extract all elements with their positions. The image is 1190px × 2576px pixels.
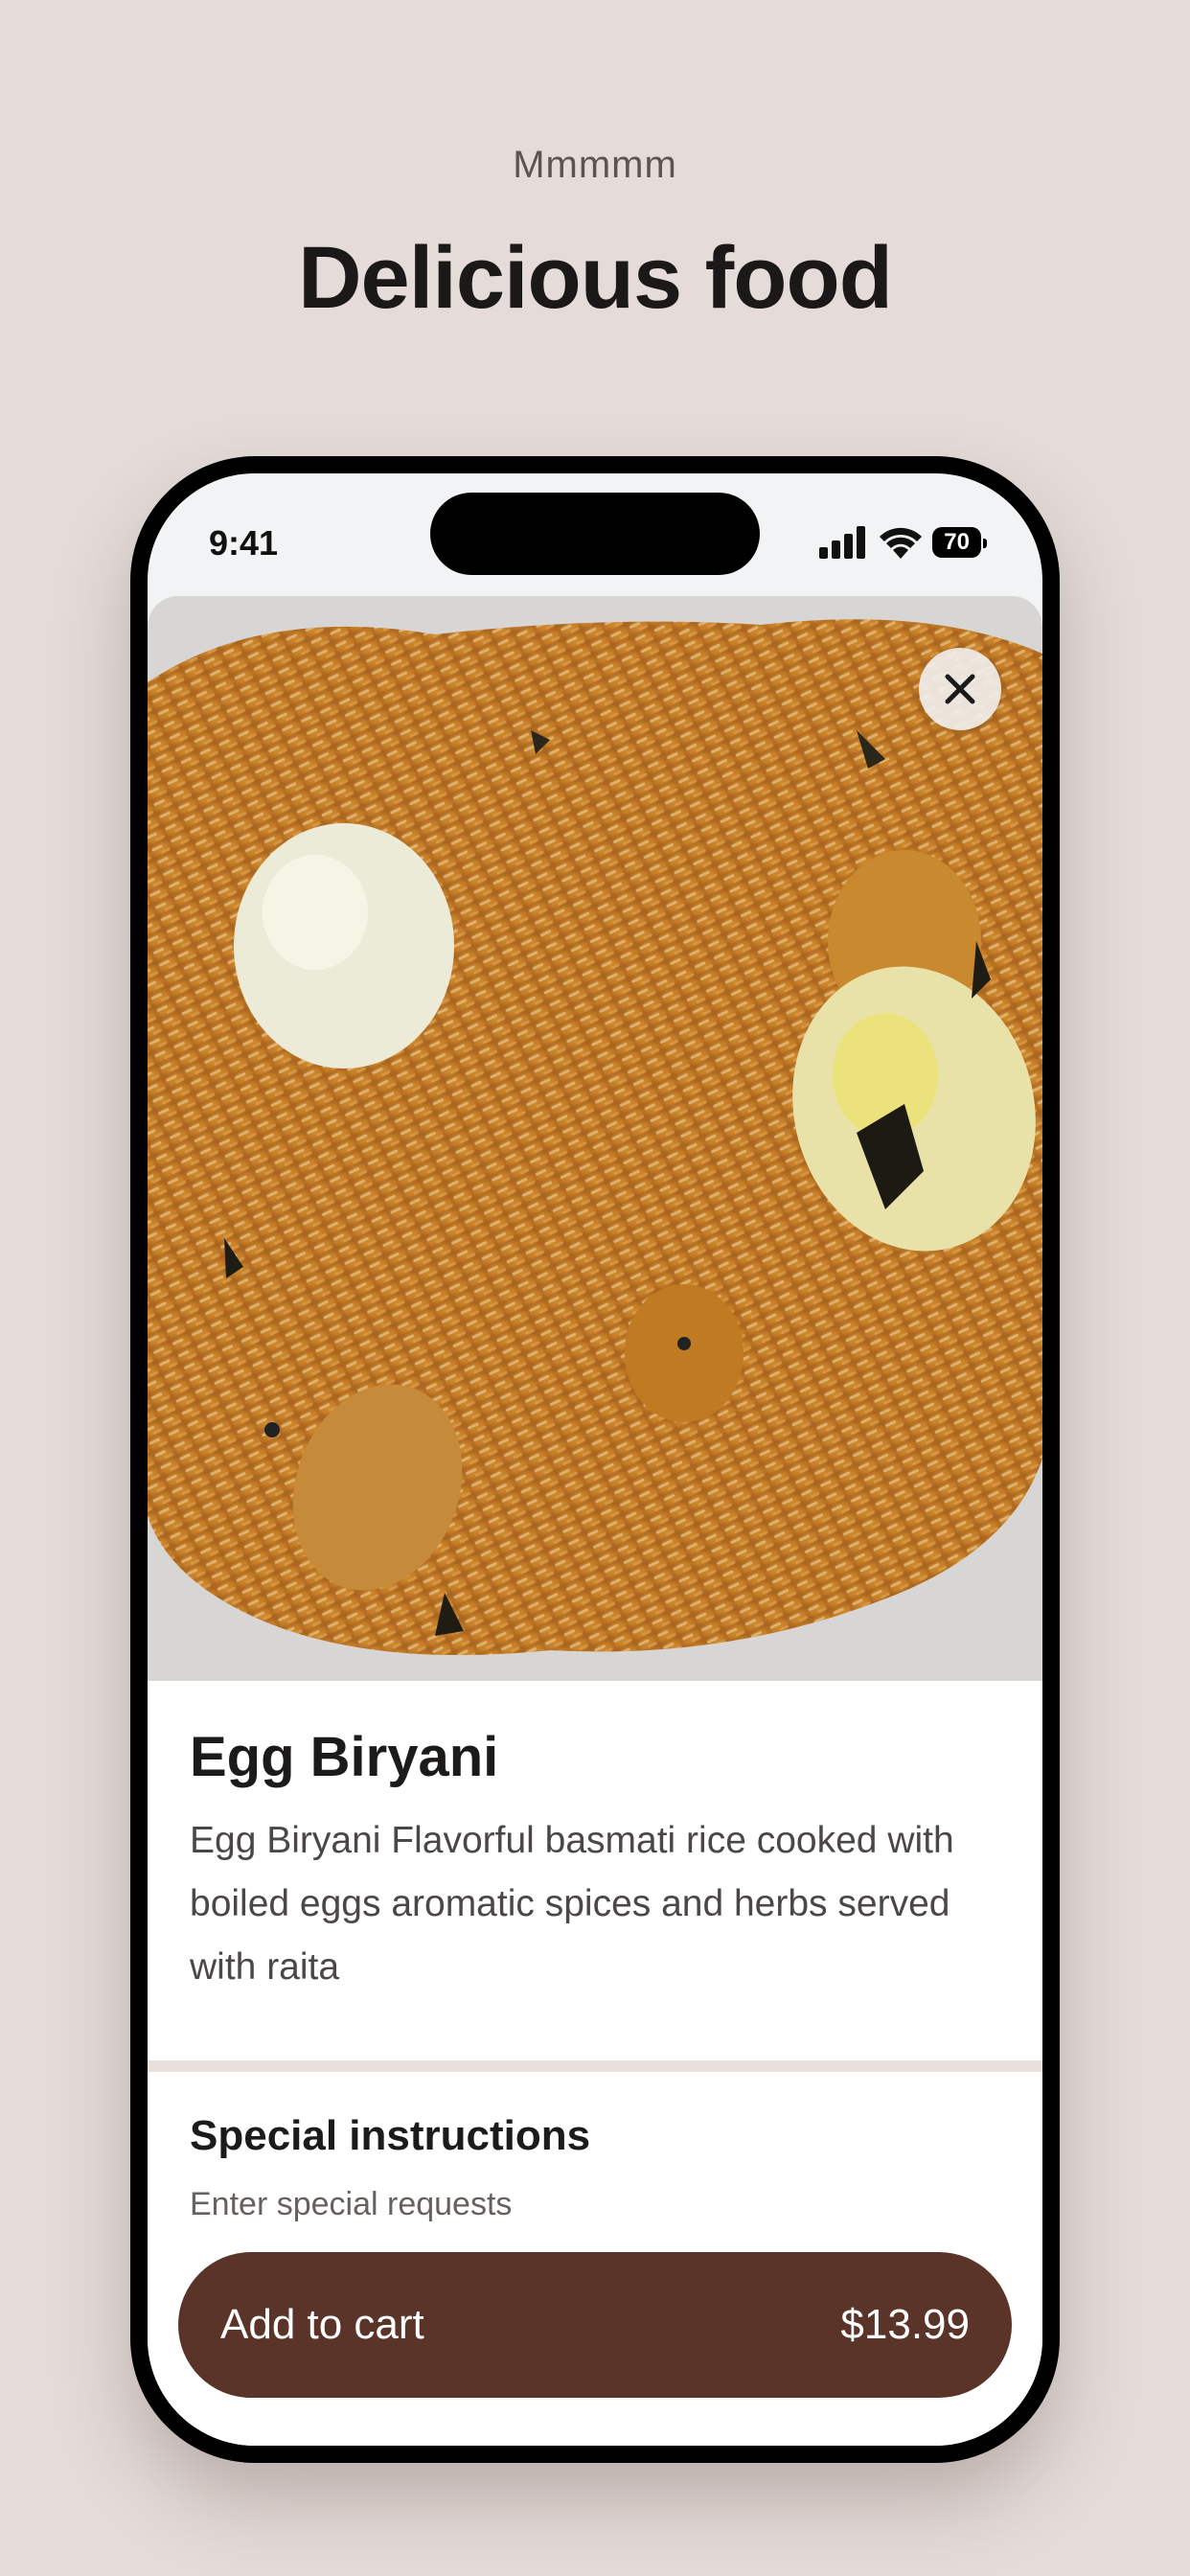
food-photo xyxy=(148,596,1042,1681)
add-to-cart-button[interactable]: Add to cart $13.99 xyxy=(178,2252,1012,2398)
special-instructions-input[interactable] xyxy=(190,2185,995,2223)
cellular-signal-icon xyxy=(819,526,866,559)
close-icon xyxy=(945,674,975,704)
page: Mmmmm Delicious food 9:41 70 Egg Biryani… xyxy=(0,0,1190,2576)
status-icons: 70 xyxy=(819,523,987,562)
close-button[interactable] xyxy=(919,648,1001,730)
phone-screen: 9:41 70 Egg Biryani Egg Biryani Flavorfu… xyxy=(148,473,1042,2446)
battery-icon: 70 xyxy=(932,527,987,558)
dynamic-island xyxy=(430,493,760,575)
phone-frame: 9:41 70 Egg Biryani Egg Biryani Flavorfu… xyxy=(130,456,1060,2463)
item-description: Egg Biryani Flavorful basmati rice cooke… xyxy=(190,1820,954,1988)
cart-price: $13.99 xyxy=(840,2301,970,2348)
section-divider xyxy=(148,2060,1042,2072)
add-to-cart-label: Add to cart xyxy=(220,2301,424,2348)
page-title: Delicious food xyxy=(298,229,893,327)
wifi-icon xyxy=(880,527,923,559)
page-eyebrow: Mmmmm xyxy=(513,144,677,186)
item-name: Egg Biryani xyxy=(190,1726,499,1788)
special-instructions-title: Special instructions xyxy=(190,2112,591,2159)
status-time: 9:41 xyxy=(209,523,279,563)
item-sheet: Egg Biryani Egg Biryani Flavorful basmat… xyxy=(148,596,1042,2446)
